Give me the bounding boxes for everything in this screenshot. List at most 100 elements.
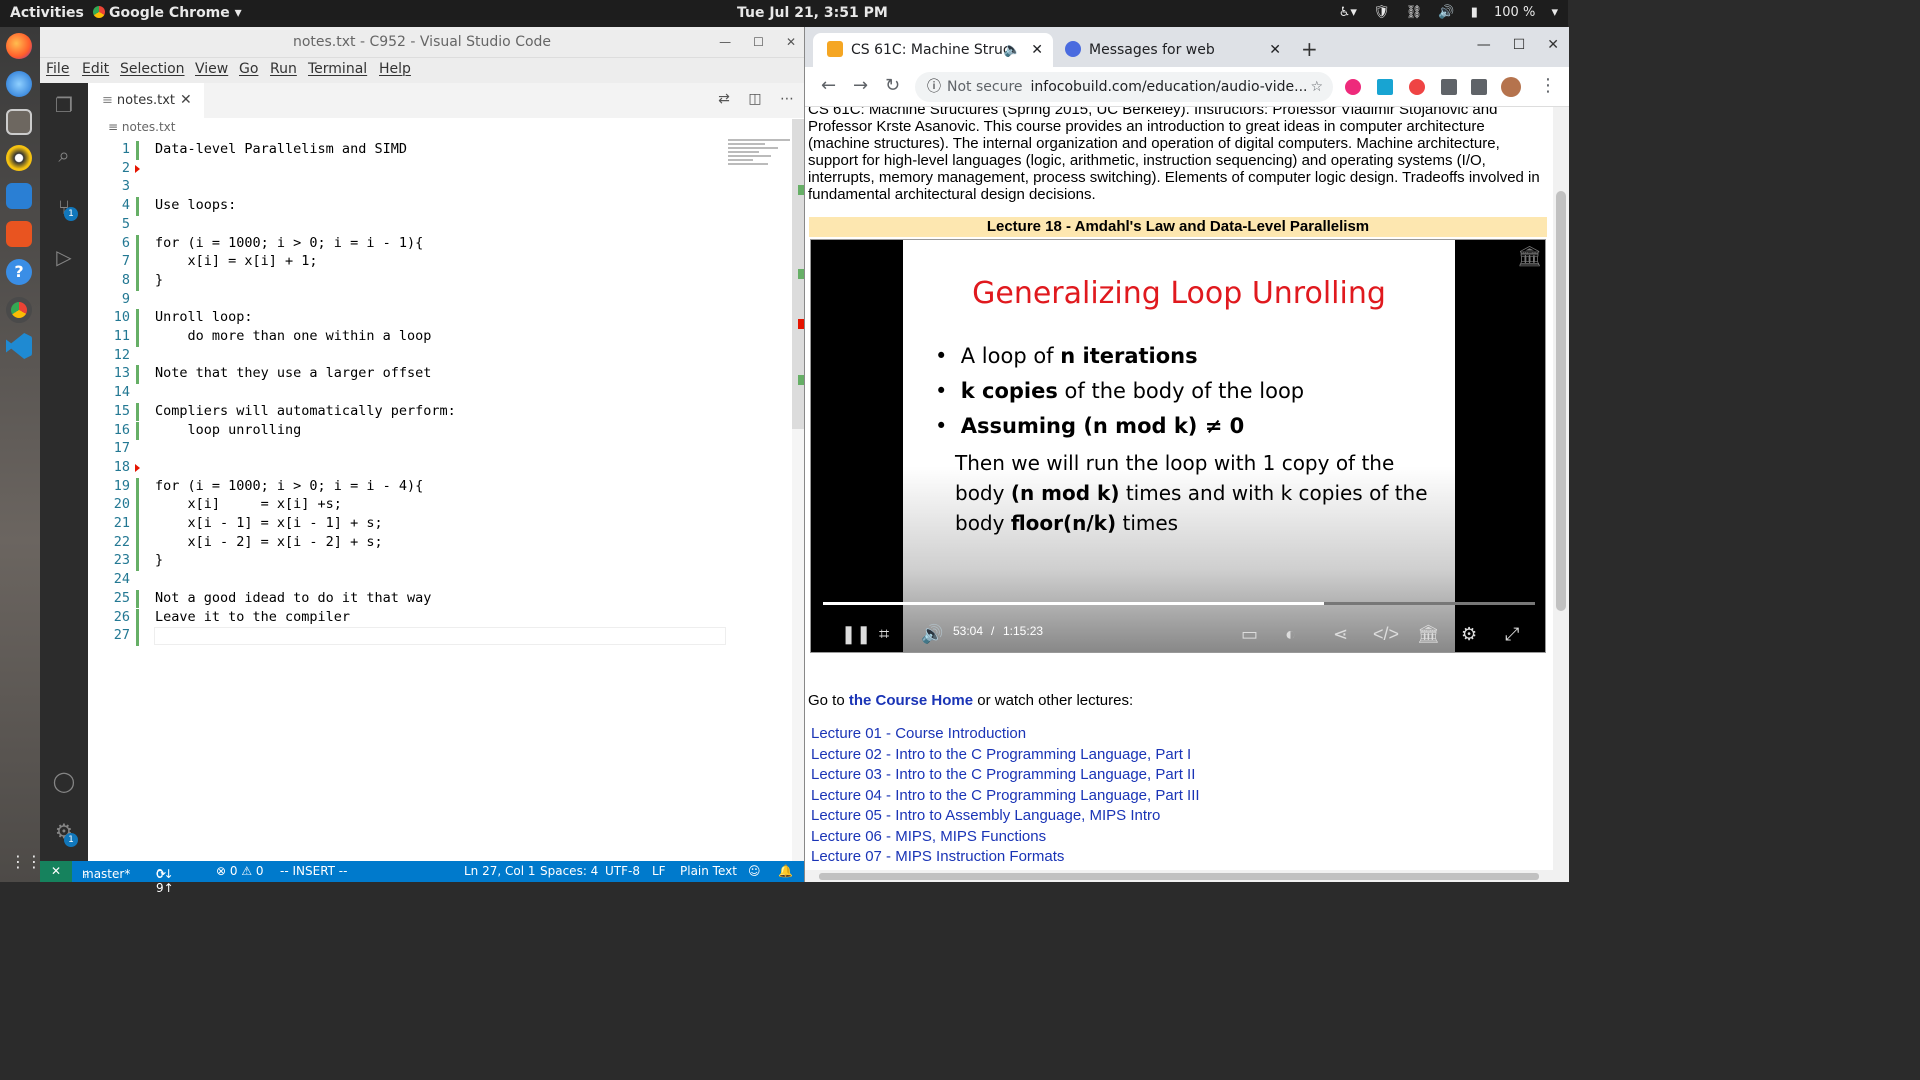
git-change-marker[interactable]: [136, 608, 139, 628]
code-line[interactable]: x[i - 1] = x[i - 1] + s;: [155, 515, 383, 531]
code-line[interactable]: Data-level Parallelism and SIMD: [155, 141, 407, 157]
account-icon[interactable]: ◯: [52, 769, 76, 793]
git-change-marker[interactable]: [136, 421, 139, 441]
airplay-icon[interactable]: ▭: [1241, 624, 1258, 645]
reload-icon[interactable]: ↻: [885, 75, 900, 96]
extensions-puzzle-icon[interactable]: [1441, 79, 1457, 95]
lecture-link[interactable]: Lecture 05 - Intro to Assembly Language,…: [811, 807, 1160, 824]
forward-icon[interactable]: →: [853, 75, 868, 96]
network-icon[interactable]: ⛓: [1406, 5, 1423, 20]
code-line[interactable]: Unroll loop:: [155, 309, 253, 325]
show-apps-icon[interactable]: ⋮⋮: [10, 853, 42, 871]
close-tab-icon[interactable]: ✕: [1031, 33, 1043, 67]
firefox-icon[interactable]: [6, 33, 32, 59]
menu-selection[interactable]: Selection: [120, 61, 185, 77]
git-change-marker[interactable]: [136, 515, 139, 534]
menu-kebab-icon[interactable]: ⋮: [1539, 75, 1557, 96]
encoding[interactable]: UTF-8: [605, 864, 640, 878]
video-progress-bar[interactable]: [823, 602, 1535, 605]
system-tray[interactable]: ♿▾ 🛡 ⛓ 🔊 ▮ 100 % ▾: [1327, 5, 1558, 20]
scrollbar-thumb[interactable]: [819, 873, 1539, 880]
clock[interactable]: Tue Jul 21, 3:51 PM: [737, 5, 888, 21]
maximize-icon[interactable]: ☐: [753, 35, 764, 49]
remote-icon[interactable]: ✕: [40, 861, 72, 882]
git-change-marker[interactable]: [136, 328, 139, 347]
battery-icon[interactable]: ▮: [1471, 5, 1478, 20]
problems-status[interactable]: ⊗ 0 ⚠ 0: [216, 864, 264, 878]
bookmark-star-icon[interactable]: ☆: [1310, 72, 1323, 102]
rhythmbox-icon[interactable]: [6, 145, 32, 171]
extension-icon[interactable]: [1409, 79, 1425, 95]
menu-terminal[interactable]: Terminal: [308, 61, 367, 77]
course-home-link[interactable]: the Course Home: [849, 692, 973, 709]
horizontal-scrollbar[interactable]: [805, 870, 1553, 882]
git-change-marker[interactable]: [136, 365, 139, 385]
breadcrumb[interactable]: ≡ notes.txt: [108, 120, 176, 134]
split-editor-icon[interactable]: ◫: [748, 91, 761, 107]
embed-icon[interactable]: </>: [1373, 624, 1399, 645]
bell-icon[interactable]: 🔔: [778, 864, 793, 878]
code-line[interactable]: x[i - 2] = x[i - 2] + s;: [155, 534, 383, 550]
close-icon[interactable]: ✕: [786, 35, 796, 49]
pause-icon[interactable]: ❚❚: [841, 624, 871, 645]
code-line[interactable]: loop unrolling: [155, 422, 302, 438]
indentation[interactable]: Spaces: 4: [540, 864, 598, 878]
chevron-down-icon[interactable]: ▾: [1551, 5, 1558, 20]
tab-notes-txt[interactable]: ≡ notes.txt ✕: [88, 83, 204, 118]
info-icon[interactable]: ⓘ: [927, 79, 941, 95]
explorer-icon[interactable]: ❐: [52, 93, 76, 117]
extension-icon[interactable]: [1345, 79, 1361, 95]
git-change-marker[interactable]: [136, 197, 139, 216]
code-line[interactable]: Not a good idead to do it that way: [155, 590, 431, 606]
cursor-position[interactable]: Ln 27, Col 1: [464, 864, 536, 878]
archive-icon[interactable]: 🏛: [1417, 624, 1440, 645]
app-menu[interactable]: Google Chrome ▾: [93, 5, 242, 21]
accessibility-icon[interactable]: ♿▾: [1339, 5, 1357, 20]
lecture-link[interactable]: Lecture 02 - Intro to the C Programming …: [811, 746, 1191, 763]
git-change-marker[interactable]: [136, 552, 139, 572]
browser-tab-cs61c[interactable]: CS 61C: Machine Struc 🔈 ✕: [813, 33, 1053, 67]
lecture-link[interactable]: Lecture 07 - MIPS Instruction Formats: [811, 848, 1064, 865]
more-actions-icon[interactable]: ⋯: [780, 91, 794, 107]
language-mode[interactable]: Plain Text: [680, 864, 737, 878]
extension-icon[interactable]: [1377, 79, 1393, 95]
git-change-marker[interactable]: [136, 141, 139, 160]
search-icon[interactable]: ⌕: [52, 143, 76, 167]
end-of-line[interactable]: LF: [652, 864, 666, 878]
maximize-icon[interactable]: ☐: [1513, 37, 1526, 53]
git-delete-marker[interactable]: [135, 463, 140, 472]
close-icon[interactable]: ✕: [1547, 37, 1559, 53]
reading-list-icon[interactable]: [1471, 79, 1487, 95]
minimap[interactable]: [728, 137, 790, 181]
lecture-link[interactable]: Lecture 01 - Course Introduction: [811, 725, 1026, 742]
activities-button[interactable]: Activities: [10, 5, 84, 21]
git-change-marker[interactable]: [136, 402, 139, 422]
menu-edit[interactable]: Edit: [82, 61, 109, 77]
git-change-marker[interactable]: [136, 309, 139, 328]
volume-icon[interactable]: 🔊: [921, 624, 943, 645]
help-icon[interactable]: ?: [6, 259, 32, 285]
code-line[interactable]: do more than one within a loop: [155, 328, 432, 344]
code-line[interactable]: Note that they use a larger offset: [155, 365, 431, 381]
lecture-link[interactable]: Lecture 04 - Intro to the C Programming …: [811, 787, 1200, 804]
minimize-icon[interactable]: —: [1477, 37, 1491, 53]
volume-icon[interactable]: 🔊: [1438, 5, 1454, 20]
scrollbar-thumb[interactable]: [1556, 191, 1566, 611]
video-player[interactable]: Generalizing Loop Unrolling • A loop of …: [810, 239, 1546, 653]
menu-file[interactable]: File: [46, 61, 69, 77]
gear-icon[interactable]: ⚙: [1461, 624, 1477, 645]
chrome-dock-icon[interactable]: [6, 297, 32, 323]
code-line[interactable]: Use loops:: [155, 197, 236, 213]
lecture-link[interactable]: Lecture 03 - Intro to the C Programming …: [811, 766, 1195, 783]
browser-tab-messages[interactable]: Messages for web ✕: [1061, 33, 1291, 67]
menu-view[interactable]: View: [195, 61, 228, 77]
theater-icon[interactable]: ◐: [1285, 624, 1296, 645]
crop-icon[interactable]: ⌗: [879, 624, 889, 645]
share-icon[interactable]: ⋖: [1333, 624, 1348, 645]
close-tab-icon[interactable]: ✕: [180, 83, 192, 118]
open-changes-icon[interactable]: ⇄: [718, 91, 730, 107]
writer-icon[interactable]: [6, 183, 32, 209]
code-line[interactable]: }: [155, 272, 163, 288]
lecture-link[interactable]: Lecture 06 - MIPS, MIPS Functions: [811, 828, 1046, 845]
audio-icon[interactable]: 🔈: [1004, 33, 1021, 67]
